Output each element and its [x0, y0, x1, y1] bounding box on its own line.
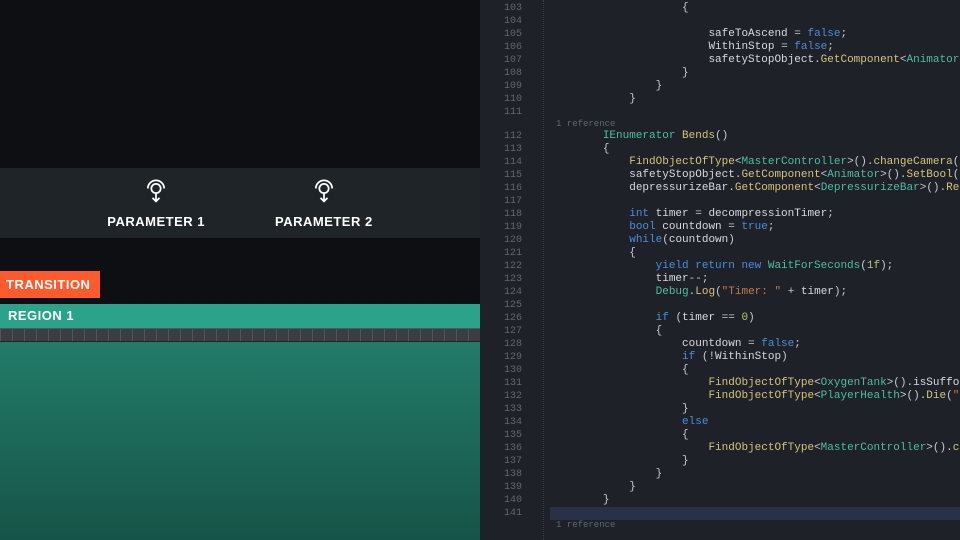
code-line[interactable]: {	[550, 247, 960, 260]
code-line[interactable]: }	[550, 481, 960, 494]
code-line[interactable]: safeToAscend = false;	[550, 28, 960, 41]
codelens-reference[interactable]: 1 reference	[550, 520, 960, 531]
code-line[interactable]: FindObjectOfType<PlayerHealth>().Die("ex…	[550, 390, 960, 403]
code-line[interactable]: bool countdown = true;	[550, 221, 960, 234]
code-line[interactable]: countdown = false;	[550, 338, 960, 351]
code-line[interactable]: IEnumerator Bends() // Start decompressi…	[550, 130, 960, 143]
code-line[interactable]: }	[550, 468, 960, 481]
code-line[interactable]: FindObjectOfType<MasterController>().cha…	[550, 442, 960, 455]
code-line[interactable]: }	[550, 403, 960, 416]
track-area[interactable]: TRANSITION REGION 1	[0, 238, 480, 540]
parameter-1-label: PARAMETER 1	[107, 214, 205, 229]
code-line[interactable]: timer--;	[550, 273, 960, 286]
code-line[interactable]: }	[550, 80, 960, 93]
code-line[interactable]: {	[550, 364, 960, 377]
code-line[interactable]	[550, 195, 960, 208]
code-editor[interactable]: 1031041051061071081091101111121131141151…	[480, 0, 960, 540]
touch-icon	[142, 178, 170, 206]
codelens-reference[interactable]: 1 reference	[550, 119, 960, 130]
code-line[interactable]: safetyStopObject.GetComponent<Animator>(…	[550, 169, 960, 182]
code-line[interactable]: }	[550, 455, 960, 468]
code-line[interactable]: {	[550, 2, 960, 15]
code-line[interactable]: {	[550, 143, 960, 156]
fold-column[interactable]	[530, 0, 544, 540]
code-area[interactable]: { safeToAscend = false; WithinStop = fal…	[544, 0, 960, 540]
code-line[interactable]: WithinStop = false;	[550, 41, 960, 54]
code-line[interactable]: {	[550, 325, 960, 338]
code-line[interactable]	[550, 299, 960, 312]
code-line[interactable]: {	[550, 429, 960, 442]
code-line[interactable]	[550, 507, 960, 520]
code-line[interactable]: if (timer == 0)	[550, 312, 960, 325]
parameter-2-label: PARAMETER 2	[275, 214, 373, 229]
waveform[interactable]	[0, 342, 480, 540]
code-line[interactable]: if (!WithinStop)	[550, 351, 960, 364]
code-line[interactable]	[550, 106, 960, 119]
code-line[interactable]: }	[550, 67, 960, 80]
code-line[interactable]	[550, 15, 960, 28]
timeline-ruler[interactable]	[0, 328, 480, 342]
code-line[interactable]: int timer = decompressionTimer;	[550, 208, 960, 221]
code-line[interactable]: depressurizeBar.GetComponent<Depressuriz…	[550, 182, 960, 195]
audio-panel: PARAMETER 1 PARAMETER 2 TRANSITION REGIO…	[0, 0, 480, 540]
code-line[interactable]: else	[550, 416, 960, 429]
line-number-gutter: 1031041051061071081091101111121131141151…	[480, 0, 530, 540]
code-line[interactable]: }	[550, 494, 960, 507]
code-line[interactable]: while(countdown)	[550, 234, 960, 247]
parameter-2[interactable]: PARAMETER 2	[275, 178, 373, 229]
transition-chip[interactable]: TRANSITION	[0, 271, 100, 298]
region-header[interactable]: REGION 1	[0, 304, 480, 328]
code-line[interactable]: safetyStopObject.GetComponent<Animator>(…	[550, 54, 960, 67]
parameter-1[interactable]: PARAMETER 1	[107, 178, 205, 229]
code-line[interactable]: FindObjectOfType<MasterController>().cha…	[550, 156, 960, 169]
code-line[interactable]: FindObjectOfType<OxygenTank>().isSuffoca…	[550, 377, 960, 390]
parameter-row: PARAMETER 1 PARAMETER 2	[0, 168, 480, 238]
touch-icon	[310, 178, 338, 206]
code-line[interactable]: yield return new WaitForSeconds(1f);	[550, 260, 960, 273]
code-line[interactable]: Debug.Log("Timer: " + timer);	[550, 286, 960, 299]
audio-panel-empty-area	[0, 0, 480, 168]
code-line[interactable]: }	[550, 93, 960, 106]
